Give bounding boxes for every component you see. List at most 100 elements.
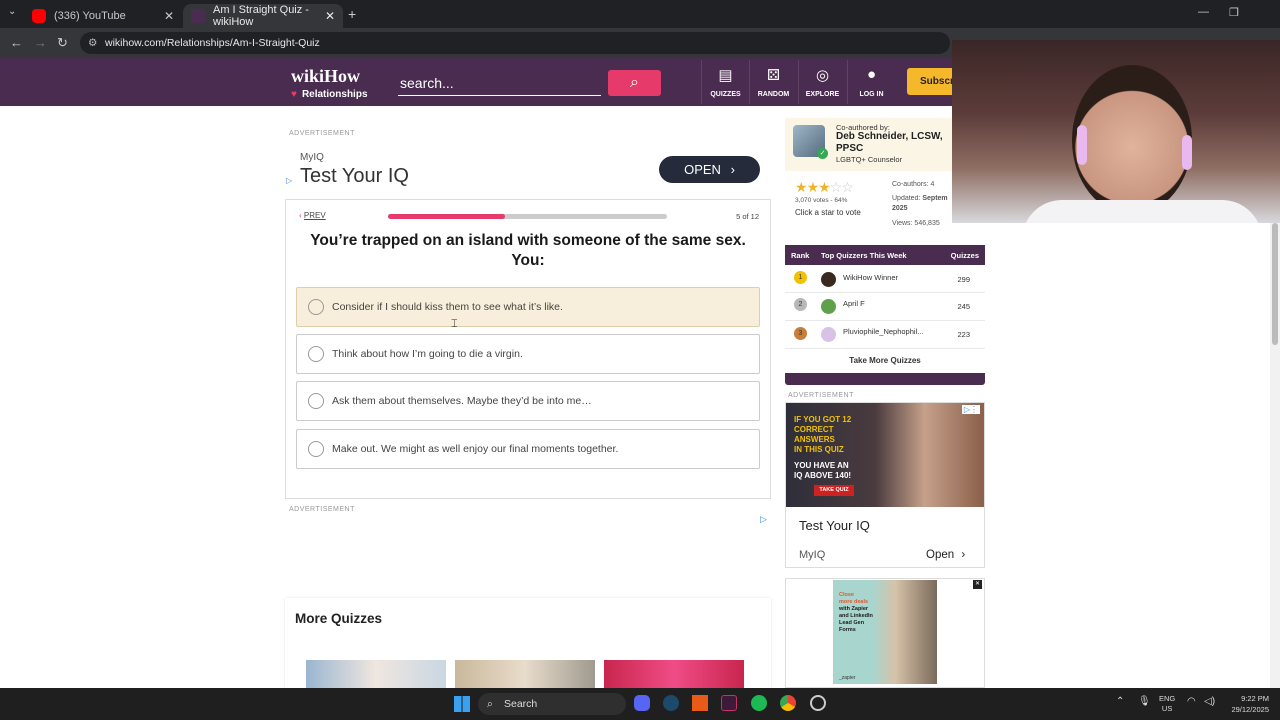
- star-icon[interactable]: ★: [795, 179, 808, 195]
- clock[interactable]: 9:22 PM 29/12/2025: [1224, 693, 1269, 715]
- sidebar-ad-zapier[interactable]: Close more deals with Zapier and LinkedI…: [785, 578, 985, 688]
- ad-open-label: OPEN: [684, 162, 721, 177]
- taskbar-search[interactable]: ⌕ Search: [478, 693, 626, 715]
- quiz-progress-fill: [388, 214, 506, 219]
- volume-icon[interactable]: ◁): [1204, 696, 1215, 707]
- app-icon[interactable]: [692, 695, 708, 711]
- bronze-medal-icon: 3: [794, 327, 807, 340]
- leaderboard-row[interactable]: 2 April F 245: [785, 293, 985, 321]
- avatar: [821, 327, 836, 342]
- views-count: Views: 546,835: [892, 220, 940, 227]
- answer-option[interactable]: Make out. We might as well enjoy our fin…: [296, 429, 760, 469]
- ad-open-button[interactable]: OPEN ›: [659, 156, 760, 183]
- person-shirt: [1022, 200, 1262, 223]
- star-icon[interactable]: ☆: [841, 179, 854, 195]
- ad-info-icon[interactable]: ▷⋮: [961, 405, 980, 414]
- ad-brand: MyIQ: [300, 152, 324, 163]
- wifi-icon[interactable]: ◠: [1187, 696, 1196, 707]
- restore-icon[interactable]: ❐: [1229, 6, 1239, 19]
- tab-youtube[interactable]: (336) YouTube ✕: [24, 4, 182, 28]
- answer-option[interactable]: Think about how I’m going to die a virgi…: [296, 334, 760, 374]
- close-tab-icon[interactable]: ✕: [325, 9, 335, 23]
- tab-list-chevron-icon[interactable]: ⌄: [8, 6, 16, 17]
- star-icon[interactable]: ★: [818, 179, 831, 195]
- chevron-up-icon[interactable]: ⌃: [1116, 696, 1124, 707]
- microphone-icon[interactable]: 🎙: [1138, 696, 1151, 707]
- language-indicator[interactable]: ENG US: [1159, 694, 1175, 714]
- answer-option[interactable]: Ask them about themselves. Maybe they’d …: [296, 381, 760, 421]
- close-tab-icon[interactable]: ✕: [164, 9, 174, 23]
- quizzes-icon: ▤: [718, 67, 733, 84]
- ad-label: ADVERTISEMENT: [788, 392, 854, 399]
- back-icon[interactable]: ←: [10, 35, 23, 50]
- compass-icon: ◎: [815, 67, 830, 84]
- url-text: wikihow.com/Relationships/Am-I-Straight-…: [105, 37, 320, 49]
- tab-title: Am I Straight Quiz - wikiHow: [213, 4, 309, 28]
- ad-label: ADVERTISEMENT: [289, 130, 355, 137]
- site-info-icon[interactable]: ⚙: [88, 32, 97, 54]
- star-icon[interactable]: ★: [807, 179, 820, 195]
- ad-choices-icon[interactable]: ▷: [760, 514, 767, 525]
- zapier-ad-image[interactable]: Close more deals with Zapier and LinkedI…: [833, 580, 937, 684]
- search-icon: ⌕: [630, 74, 639, 91]
- app-icon[interactable]: [721, 695, 737, 711]
- sidebar-ad-iq[interactable]: IF YOU GOT 12 CORRECT ANSWERS IN THIS QU…: [785, 402, 985, 568]
- windows-start-icon[interactable]: [454, 696, 470, 712]
- author-box: ✓ Co-authored by: Deb Schneider, LCSW, P…: [785, 118, 952, 171]
- nav-explore[interactable]: ◎ EXPLORE: [798, 60, 846, 104]
- search-button[interactable]: ⌕: [608, 70, 661, 96]
- new-tab-icon[interactable]: +: [348, 6, 356, 22]
- author-name[interactable]: Deb Schneider, LCSW, PPSC: [836, 131, 956, 155]
- take-quiz-button[interactable]: TAKE QUIZ: [814, 485, 854, 496]
- tab-title: (336) YouTube: [54, 10, 126, 22]
- prev-link[interactable]: ‹ PREV: [299, 211, 326, 220]
- nav-login[interactable]: ● LOG IN: [847, 60, 895, 104]
- answer-option[interactable]: Consider if I should kiss them to see wh…: [296, 287, 760, 327]
- ad-line: Forms: [839, 627, 856, 633]
- heart-icon: ♥: [291, 89, 297, 100]
- quiz-thumbnail[interactable]: [306, 660, 446, 690]
- app-icon[interactable]: [810, 695, 826, 711]
- url-field[interactable]: ⚙ wikihow.com/Relationships/Am-I-Straigh…: [80, 32, 950, 54]
- page-scrollbar[interactable]: [1270, 223, 1280, 688]
- minimize-icon[interactable]: —: [1198, 6, 1209, 18]
- spotify-icon[interactable]: [751, 695, 767, 711]
- ad-line: Lead Gen: [839, 620, 865, 626]
- ad-banner-image[interactable]: IF YOU GOT 12 CORRECT ANSWERS IN THIS QU…: [786, 403, 984, 507]
- nav-label: LOG IN: [859, 91, 884, 98]
- scrollbar-thumb[interactable]: [1272, 223, 1278, 345]
- quizzer-name: Pluviophile_Nephophil...: [843, 327, 924, 336]
- youtube-favicon-icon: [32, 9, 46, 23]
- wikihow-logo[interactable]: wikiHow ♥ Relationships: [291, 66, 368, 102]
- reload-icon[interactable]: ↻: [57, 35, 68, 51]
- clock-time: 9:22 PM: [1241, 694, 1269, 703]
- take-more-quizzes-link[interactable]: Take More Quizzes: [785, 349, 985, 373]
- nav-random[interactable]: ⚄ RANDOM: [749, 60, 797, 104]
- close-icon[interactable]: ✕: [973, 580, 982, 589]
- ad-open-link[interactable]: Open ›: [926, 549, 965, 561]
- forward-icon[interactable]: →: [34, 35, 47, 50]
- nav-quizzes[interactable]: ▤ QUIZZES: [701, 60, 749, 104]
- star-rating[interactable]: ★★★☆☆: [795, 179, 854, 196]
- steam-icon[interactable]: [663, 695, 679, 711]
- discord-icon[interactable]: [634, 695, 650, 711]
- quiz-thumbnail[interactable]: [455, 660, 595, 690]
- windows-taskbar: ⌕ Search ⌃ 🎙 ENG US ◠ ◁) 9:22 PM 29/12/2…: [0, 688, 1280, 720]
- leaderboard-row[interactable]: 3 Pluviophile_Nephophil... 223: [785, 321, 985, 349]
- headphones: [1182, 135, 1192, 170]
- answer-text: Consider if I should kiss them to see wh…: [332, 301, 563, 313]
- search-input[interactable]: search...: [398, 70, 601, 96]
- star-icon[interactable]: ☆: [830, 179, 843, 195]
- chrome-icon[interactable]: [780, 695, 796, 711]
- wikihow-favicon-icon: [191, 9, 205, 23]
- tab-wikihow[interactable]: Am I Straight Quiz - wikiHow ✕: [183, 4, 343, 28]
- article-stats: ★★★☆☆ 3,070 votes - 64% Click a star to …: [785, 173, 952, 233]
- ad-choices-icon[interactable]: ▷: [286, 176, 292, 185]
- chevron-right-icon: ›: [730, 162, 735, 177]
- quiz-thumbnail[interactable]: [604, 660, 744, 690]
- top-ad[interactable]: MyIQ Test Your IQ OPEN › ▷: [286, 140, 770, 198]
- dice-icon: ⚄: [766, 67, 781, 84]
- quizzes-header: Quizzes: [950, 250, 979, 260]
- leaderboard-row[interactable]: 1 WikiHow Winner 299: [785, 265, 985, 293]
- headphones: [1077, 125, 1087, 165]
